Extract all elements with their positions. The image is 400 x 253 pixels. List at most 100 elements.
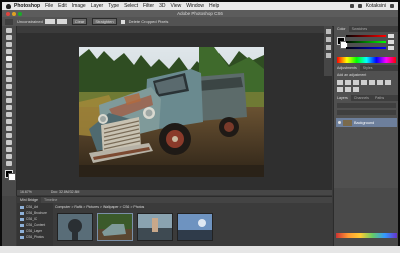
layer-background[interactable]: Background: [336, 118, 397, 127]
ratio-width-field[interactable]: [44, 19, 55, 24]
tab-swatches[interactable]: Swatches: [349, 27, 371, 31]
layers-tabs: Layers Channels Paths: [334, 95, 398, 101]
history-icon[interactable]: [325, 29, 331, 34]
zoom-level[interactable]: 16.67%: [20, 190, 32, 194]
bridge-path[interactable]: Computer > Rafik > Pictures > Wallpaper …: [55, 205, 144, 210]
apple-icon[interactable]: [6, 3, 11, 9]
canvas-area[interactable]: [17, 33, 332, 190]
folder-item[interactable]: CS6_Art: [20, 205, 51, 209]
thumbnail-telescope[interactable]: [57, 213, 93, 241]
menu-help[interactable]: Help: [209, 3, 219, 9]
brightness-icon[interactable]: [337, 80, 343, 85]
curves-icon[interactable]: [353, 80, 359, 85]
tab-adjustments[interactable]: Adjustments: [334, 65, 360, 71]
red-slider[interactable]: [346, 34, 396, 38]
black-white-icon[interactable]: [337, 87, 343, 92]
close-window-button[interactable]: [6, 11, 10, 16]
character-icon[interactable]: [325, 45, 331, 50]
dodge-tool-icon[interactable]: [6, 119, 12, 124]
history-brush-tool-icon[interactable]: [6, 91, 12, 96]
thumbnail-sky[interactable]: [177, 213, 213, 241]
pen-tool-icon[interactable]: [6, 126, 12, 131]
quick-select-tool-icon[interactable]: [6, 49, 12, 54]
visibility-eye-icon[interactable]: [338, 121, 341, 124]
tab-paths[interactable]: Paths: [372, 96, 387, 100]
clear-button[interactable]: Clear: [71, 18, 88, 25]
rectangle-tool-icon[interactable]: [6, 147, 12, 152]
clone-stamp-tool-icon[interactable]: [6, 84, 12, 89]
wifi-icon[interactable]: [349, 4, 354, 8]
eraser-tool-icon[interactable]: [6, 98, 12, 103]
color-balance-icon[interactable]: [385, 80, 391, 85]
levels-icon[interactable]: [345, 80, 351, 85]
blur-tool-icon[interactable]: [6, 112, 12, 117]
folder-item[interactable]: CS6_Layer: [20, 229, 51, 233]
folder-item[interactable]: CS6_Content: [20, 223, 51, 227]
exposure-icon[interactable]: [361, 80, 367, 85]
channel-mixer-icon[interactable]: [353, 87, 359, 92]
menu-image[interactable]: Image: [72, 3, 86, 9]
menu-app[interactable]: Photoshop: [14, 3, 40, 9]
menu-layer[interactable]: Layer: [91, 3, 104, 9]
healing-brush-tool-icon[interactable]: [6, 70, 12, 75]
brush-tool-icon[interactable]: [6, 77, 12, 82]
thumbnail-truck[interactable]: [97, 213, 133, 241]
menu-select[interactable]: Select: [124, 3, 138, 9]
vibrance-icon[interactable]: [369, 80, 375, 85]
hand-tool-icon[interactable]: [6, 154, 12, 159]
menu-type[interactable]: Type: [108, 3, 119, 9]
zoom-tool-icon[interactable]: [6, 161, 12, 166]
battery-icon[interactable]: [357, 4, 362, 8]
menu-view[interactable]: View: [171, 3, 182, 9]
move-tool-icon[interactable]: [6, 28, 12, 33]
blue-slider[interactable]: [346, 46, 396, 50]
color-spectrum-bar[interactable]: [337, 57, 396, 63]
menu-window[interactable]: Window: [186, 3, 204, 9]
tab-styles[interactable]: Styles: [360, 66, 376, 70]
delete-cropped-checkbox[interactable]: [120, 19, 125, 24]
blend-mode-row[interactable]: [337, 110, 396, 115]
minimize-window-button[interactable]: [12, 11, 16, 16]
ratio-height-field[interactable]: [56, 19, 67, 24]
photo-filter-icon[interactable]: [345, 87, 351, 92]
tab-layers[interactable]: Layers: [334, 95, 351, 101]
gradient-tool-icon[interactable]: [6, 105, 12, 110]
thumbnail-image: [98, 214, 132, 240]
lasso-tool-icon[interactable]: [6, 42, 12, 47]
type-tool-icon[interactable]: [6, 133, 12, 138]
folder-item[interactable]: CS6_IC: [20, 217, 51, 221]
tab-color[interactable]: Color: [334, 26, 349, 32]
menu-filter[interactable]: Filter: [143, 3, 154, 9]
bottom-left-dock: [2, 196, 16, 246]
crop-tool-icon[interactable]: [6, 56, 12, 61]
layer-filter-row[interactable]: [337, 103, 396, 108]
photo-rusty-truck: [79, 47, 264, 177]
menu-3d[interactable]: 3D: [159, 3, 165, 9]
eyedropper-tool-icon[interactable]: [6, 63, 12, 68]
color-panel: [334, 34, 398, 56]
hue-saturation-icon[interactable]: [377, 80, 383, 85]
path-selection-tool-icon[interactable]: [6, 140, 12, 145]
spotlight-icon[interactable]: [390, 4, 394, 8]
tab-timeline[interactable]: Timeline: [41, 198, 60, 202]
screen: Photoshop File Edit Image Layer Type Sel…: [2, 2, 398, 246]
straighten-button[interactable]: Straighten: [92, 18, 117, 25]
menu-user[interactable]: Kotaksini: [366, 3, 386, 9]
properties-icon[interactable]: [325, 37, 331, 42]
folder-icon: [20, 205, 24, 209]
folder-icon: [20, 229, 24, 233]
right-panels: Color Swatches Adjustments Styles Add an a…: [333, 26, 398, 246]
menu-file[interactable]: File: [45, 3, 53, 9]
paragraph-icon[interactable]: [325, 53, 331, 58]
crop-tool-preset-icon[interactable]: [5, 18, 13, 25]
marquee-tool-icon[interactable]: [6, 35, 12, 40]
thumbnail-hand[interactable]: [137, 213, 173, 241]
menu-edit[interactable]: Edit: [58, 3, 67, 9]
zoom-window-button[interactable]: [18, 11, 22, 16]
green-slider[interactable]: [346, 40, 396, 44]
background-color[interactable]: [8, 173, 16, 181]
folder-item[interactable]: CS6_Brochure: [20, 211, 51, 215]
option-label: Unconstrained: [17, 19, 43, 24]
tab-channels[interactable]: Channels: [351, 96, 372, 100]
folder-item[interactable]: CS6_Photos: [20, 235, 51, 239]
